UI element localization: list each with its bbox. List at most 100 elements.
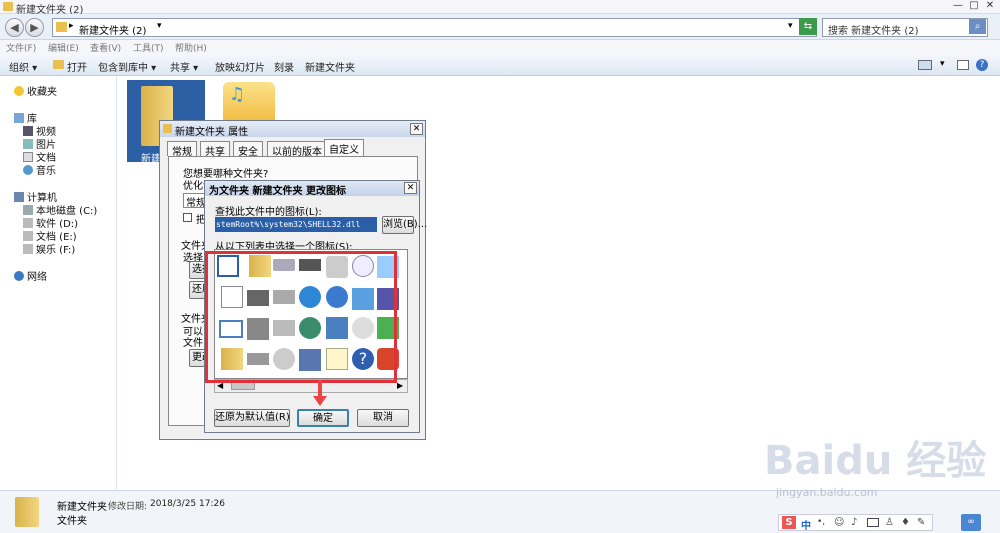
baidu-url: jingyan.baidu.com — [776, 486, 878, 499]
back-button[interactable]: ◀ — [5, 18, 24, 37]
address-row: ◀ ▶ ▸ 新建文件夹 (2) ▾ ▾ ⇆ 搜索 新建文件夹 (2) ⌕ — [0, 14, 1000, 40]
ime-language-toggle[interactable]: 中 — [801, 517, 811, 532]
nav-pictures[interactable]: 图片 — [23, 136, 56, 151]
wrench-icon[interactable]: ✎ — [917, 517, 925, 528]
nav-music-label: 音乐 — [36, 166, 56, 177]
baidu-watermark: Baidu 经验 jingyan.baidu.com — [764, 428, 986, 508]
emoji-icon[interactable]: ☺ — [834, 517, 844, 528]
navigation-pane: 收藏夹 库 视频 图片 文档 音乐 计算机 本地磁盘 (C:) 软件 (D:) … — [0, 76, 117, 490]
folder-icon-desc-2: 文件 — [183, 338, 203, 349]
close-icon[interactable]: ✕ — [404, 182, 417, 194]
folder-type-value: 常规 — [186, 198, 206, 209]
nav-drive-c[interactable]: 本地磁盘 (C:) — [23, 202, 97, 217]
drive-icon — [23, 218, 33, 228]
keyboard-icon[interactable] — [867, 518, 879, 527]
view-options-icon[interactable] — [918, 60, 932, 70]
new-folder-button[interactable]: 新建文件夹 — [305, 59, 355, 74]
minimize-button[interactable]: — — [950, 0, 966, 13]
breadcrumb-dropdown-icon[interactable]: ▾ — [157, 21, 162, 31]
refresh-icon[interactable]: ⇆ — [799, 18, 817, 35]
nav-library[interactable]: 库 — [14, 110, 37, 125]
nav-documents[interactable]: 文档 — [23, 149, 56, 164]
nav-favorites-label: 收藏夹 — [27, 87, 57, 98]
share-button[interactable]: 共享 ▾ — [170, 59, 198, 74]
apply-subfolders-checkbox[interactable] — [183, 213, 192, 222]
nav-favorites[interactable]: 收藏夹 — [14, 83, 57, 98]
details-modified-value: 2018/3/25 17:26 — [150, 499, 225, 509]
cancel-button[interactable]: 取消 — [357, 409, 409, 427]
browse-button[interactable]: 浏览(B)... — [382, 216, 427, 234]
close-icon[interactable]: ✕ — [410, 123, 423, 135]
punctuation-icon[interactable]: •, — [817, 517, 825, 527]
details-name: 新建文件夹 — [57, 502, 107, 513]
close-window-button[interactable]: ✕ — [982, 0, 998, 13]
folder-icon — [15, 497, 39, 527]
music-icon — [23, 165, 33, 175]
icon-file-path-input[interactable]: stemRoot%\system32\SHELL32.dll — [215, 217, 377, 232]
drive-icon — [23, 244, 33, 254]
organize-button[interactable]: 组织 ▾ — [9, 59, 37, 74]
forward-button[interactable]: ▶ — [25, 18, 44, 37]
menu-file[interactable]: 文件(F) — [6, 41, 36, 54]
library-icon — [14, 113, 24, 123]
breadcrumb[interactable]: 新建文件夹 (2) — [79, 22, 146, 37]
menu-help[interactable]: 帮助(H) — [175, 41, 207, 54]
nav-network[interactable]: 网络 — [14, 268, 47, 283]
drive-icon — [23, 205, 33, 215]
change-icon-title: 为文件夹 新建文件夹 更改图标 — [209, 186, 346, 197]
open-button[interactable]: 打开 — [67, 59, 87, 74]
burn-button[interactable]: 刻录 — [274, 59, 294, 74]
video-icon — [23, 126, 33, 136]
slideshow-button[interactable]: 放映幻灯片 — [215, 59, 265, 74]
view-dropdown-icon[interactable]: ▾ — [940, 59, 945, 69]
scroll-right-icon[interactable]: ▶ — [397, 381, 403, 390]
breadcrumb-arrow-icon[interactable]: ▸ — [69, 21, 74, 31]
tab-security[interactable]: 安全 — [233, 141, 263, 158]
menu-view[interactable]: 查看(V) — [90, 41, 121, 54]
include-in-library-button[interactable]: 包含到库中 ▾ — [98, 59, 156, 74]
maximize-button[interactable]: □ — [966, 0, 982, 13]
cloud-icon[interactable]: ∞ — [961, 514, 981, 531]
nav-drive-d[interactable]: 软件 (D:) — [23, 215, 78, 230]
ok-button[interactable]: 确定 — [297, 409, 349, 427]
baidu-logo: Baidu 经验 — [764, 438, 987, 484]
preview-pane-icon[interactable] — [957, 60, 969, 70]
search-icon[interactable]: ⌕ — [969, 19, 986, 34]
address-bar[interactable]: ▸ 新建文件夹 (2) ▾ ▾ — [52, 18, 817, 37]
menu-edit[interactable]: 编辑(E) — [48, 41, 79, 54]
window-titlebar: 新建文件夹 (2) — □ ✕ — [0, 0, 1000, 16]
nav-videos[interactable]: 视频 — [23, 123, 56, 138]
annotation-arrowhead — [313, 396, 327, 406]
star-icon — [14, 86, 24, 96]
computer-icon — [14, 192, 24, 202]
tab-sharing[interactable]: 共享 — [200, 141, 230, 158]
search-placeholder: 搜索 新建文件夹 (2) — [828, 26, 919, 37]
search-input[interactable]: 搜索 新建文件夹 (2) — [822, 18, 988, 37]
folder-label: 新建 — [141, 154, 161, 165]
nav-music[interactable]: 音乐 — [23, 162, 56, 177]
scrollbar-thumb[interactable] — [231, 382, 255, 390]
details-modified-label: 修改日期: — [108, 502, 148, 512]
tab-previous-versions[interactable]: 以前的版本 — [267, 141, 327, 158]
properties-dialog-title: 新建文件夹 属性 — [175, 127, 249, 138]
menu-tools[interactable]: 工具(T) — [133, 41, 164, 54]
tab-customize[interactable]: 自定义 — [324, 139, 364, 156]
nav-drive-e[interactable]: 文档 (E:) — [23, 228, 77, 243]
skin-icon[interactable]: ♦ — [901, 517, 910, 528]
folder-icon — [56, 22, 67, 32]
restore-default-button[interactable]: 还原为默认值(R) — [214, 409, 290, 427]
tab-general[interactable]: 常规 — [167, 141, 197, 158]
nav-drive-f-label: 娱乐 (F:) — [36, 245, 76, 256]
nav-network-label: 网络 — [27, 272, 47, 283]
command-bar: 组织 ▾ 打开 包含到库中 ▾ 共享 ▾ 放映幻灯片 刻录 新建文件夹 ▾ ? — [0, 54, 1000, 76]
microphone-icon[interactable]: ♪ — [851, 517, 857, 528]
nav-drive-f[interactable]: 娱乐 (F:) — [23, 241, 76, 256]
sogou-icon[interactable]: S — [782, 516, 796, 529]
user-icon[interactable]: ♙ — [885, 517, 894, 528]
address-history-icon[interactable]: ▾ — [788, 21, 793, 31]
document-icon — [23, 152, 33, 162]
help-icon[interactable]: ? — [976, 59, 988, 71]
highlight-box — [205, 251, 397, 383]
nav-computer[interactable]: 计算机 — [14, 189, 57, 204]
drive-icon — [23, 231, 33, 241]
